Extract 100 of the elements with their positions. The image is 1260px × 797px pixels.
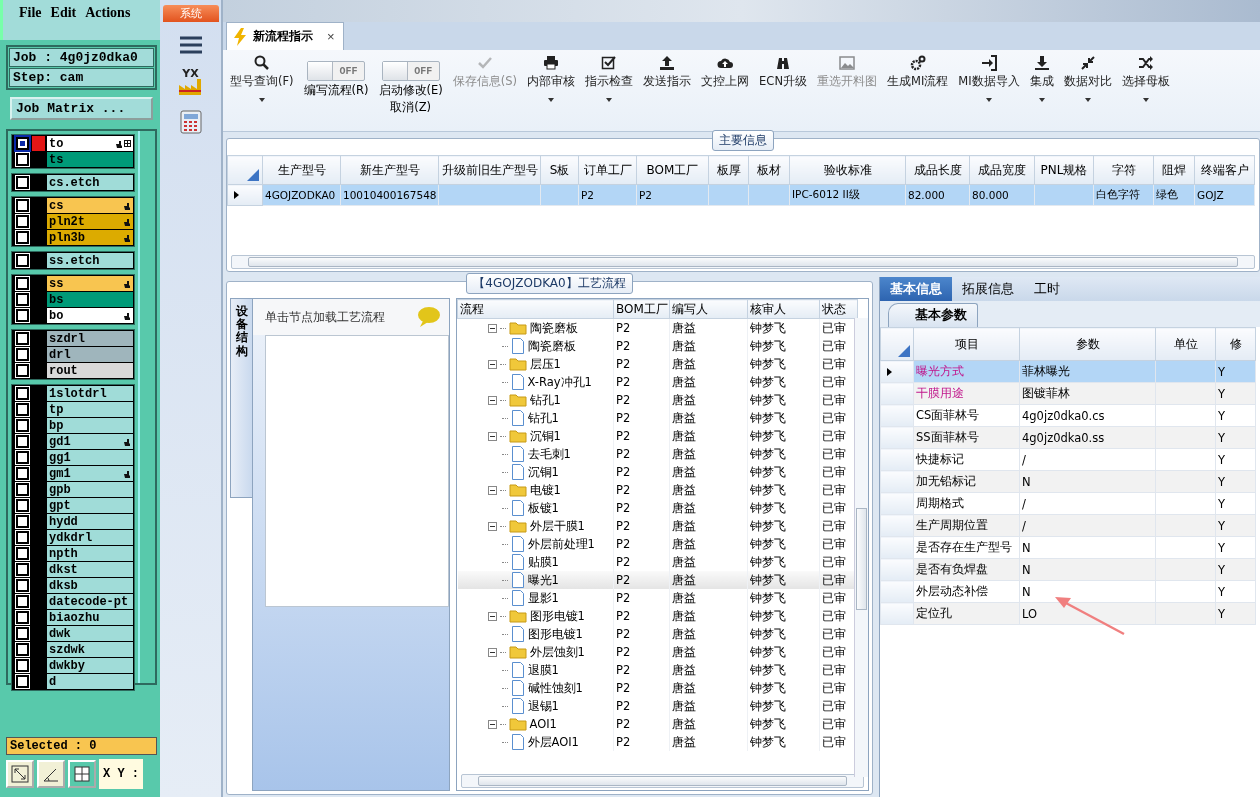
column-header[interactable]: 编写人	[669, 299, 748, 319]
layer-checkbox[interactable]	[16, 176, 29, 189]
column-header[interactable]: 流程	[457, 299, 614, 319]
column-header[interactable]: BOM工厂	[613, 299, 670, 319]
column-header[interactable]: 阻焊	[1153, 155, 1195, 185]
layer-button[interactable]: ts	[47, 152, 133, 167]
layer-checkbox[interactable]	[16, 531, 29, 544]
tree-node[interactable]: AOI1	[459, 717, 611, 731]
layer-button[interactable]: dwkby	[47, 658, 133, 673]
app-logo[interactable]: YX	[176, 68, 205, 95]
column-header[interactable]: 项目	[913, 327, 1020, 361]
column-header[interactable]: 生产型号	[262, 155, 341, 185]
toolbar-button[interactable]: 文控上网	[696, 53, 755, 131]
collapse-toggle-icon[interactable]	[487, 647, 497, 657]
layer-button[interactable]: bs	[47, 292, 133, 307]
document-tab[interactable]: 新流程指示 ×	[226, 22, 344, 50]
tree-node[interactable]: 图形电镀1	[459, 608, 611, 624]
tree-node[interactable]: 退锡1	[459, 698, 611, 714]
layer-button[interactable]: dkst	[47, 562, 133, 577]
column-header[interactable]: 板厚	[708, 155, 749, 185]
layer-checkbox[interactable]	[16, 309, 29, 322]
layer-button[interactable]: ydkdrl	[47, 530, 133, 545]
layer-checkbox[interactable]	[16, 483, 29, 496]
toggle-switch[interactable]: OFF	[307, 61, 366, 81]
tree-node[interactable]: 沉铜1	[459, 428, 611, 444]
tree-node[interactable]: 电镀1	[459, 482, 611, 498]
layer-checkbox[interactable]	[16, 627, 29, 640]
collapse-toggle-icon[interactable]	[487, 719, 497, 729]
layer-checkbox[interactable]	[16, 231, 29, 244]
collapse-toggle-icon[interactable]	[487, 431, 497, 441]
layer-button[interactable]: pln3b	[47, 230, 133, 245]
layer-button[interactable]: tp	[47, 402, 133, 417]
layer-button[interactable]: 1slotdrl	[47, 386, 133, 401]
menu-item[interactable]: Actions	[85, 5, 131, 21]
tree-node[interactable]: 图形电镀1	[459, 626, 611, 642]
layer-button[interactable]: to	[47, 136, 133, 151]
menu-item[interactable]: File	[19, 5, 42, 21]
layer-checkbox[interactable]	[16, 419, 29, 432]
collapse-toggle-icon[interactable]	[487, 485, 497, 495]
toolbar-button[interactable]: 数据对比	[1058, 53, 1117, 131]
tree-node[interactable]: 外层干膜1	[459, 518, 611, 534]
column-header[interactable]: 订单工厂	[578, 155, 637, 185]
layer-checkbox[interactable]	[16, 579, 29, 592]
collapse-toggle-icon[interactable]	[487, 611, 497, 621]
tree-node[interactable]: 去毛刺1	[459, 446, 611, 462]
toolbar-button[interactable]: 内部审核	[522, 53, 581, 131]
column-header[interactable]: 板材	[748, 155, 790, 185]
layer-checkbox[interactable]	[16, 563, 29, 576]
column-header[interactable]: 参数	[1019, 327, 1156, 361]
layer-checkbox[interactable]	[16, 451, 29, 464]
column-header[interactable]: 修	[1215, 327, 1256, 361]
menu-item[interactable]: Edit	[50, 5, 77, 21]
layer-checkbox[interactable]	[16, 467, 29, 480]
layer-checkbox[interactable]	[16, 387, 29, 400]
tree-node[interactable]: 沉铜1	[459, 464, 611, 480]
tree-node[interactable]: X-Ray冲孔1	[459, 374, 611, 390]
collapse-toggle-icon[interactable]	[487, 323, 497, 333]
column-header[interactable]: 成品长度	[905, 155, 970, 185]
column-header[interactable]: PNL规格	[1034, 155, 1094, 185]
layer-checkbox[interactable]	[16, 643, 29, 656]
column-header[interactable]: 验收标准	[789, 155, 906, 185]
layer-button[interactable]: gd1	[47, 434, 133, 449]
tree-node[interactable]: 板镀1	[459, 500, 611, 516]
collapse-toggle-icon[interactable]	[487, 521, 497, 531]
column-header[interactable]: 单位	[1155, 327, 1216, 361]
horizontal-scrollbar[interactable]	[231, 255, 1255, 269]
column-header[interactable]: 终端客户	[1194, 155, 1255, 185]
layer-checkbox[interactable]	[16, 293, 29, 306]
layer-button[interactable]: gg1	[47, 450, 133, 465]
layer-button[interactable]: ss.etch	[47, 253, 133, 268]
tree-node[interactable]: 陶瓷磨板	[459, 338, 611, 354]
toolbar-button[interactable]: 集成	[1024, 53, 1059, 131]
layer-checkbox[interactable]	[16, 499, 29, 512]
side-tab[interactable]: 设备结构	[230, 298, 252, 498]
collapse-toggle-icon[interactable]	[487, 359, 497, 369]
toggle-switch[interactable]: OFF	[381, 61, 440, 81]
layer-button[interactable]: datecode-pt	[47, 594, 133, 609]
tab[interactable]: 基本参数	[888, 303, 978, 327]
toolbar-button[interactable]: ECN升级	[754, 53, 812, 131]
layer-checkbox[interactable]	[16, 675, 29, 688]
layer-checkbox[interactable]	[16, 515, 29, 528]
zoom-tool-button[interactable]	[6, 760, 34, 788]
layer-button[interactable]: hydd	[47, 514, 133, 529]
tree-node[interactable]: 外层蚀刻1	[459, 644, 611, 660]
tree-node[interactable]: 外层前处理1	[459, 536, 611, 552]
column-header[interactable]: 核审人	[747, 299, 820, 319]
tree-node[interactable]: 碱性蚀刻1	[459, 680, 611, 696]
cancel-button[interactable]: 取消(Z)	[390, 100, 432, 115]
layer-checkbox[interactable]	[16, 364, 29, 377]
layer-button[interactable]: rout	[47, 363, 133, 378]
layer-button[interactable]: biaozhu	[47, 610, 133, 625]
column-header[interactable]: 升级前旧生产型号	[438, 155, 541, 185]
layer-checkbox[interactable]	[16, 332, 29, 345]
layer-button[interactable]: gm1	[47, 466, 133, 481]
layer-checkbox[interactable]	[16, 254, 29, 267]
toolbar-button[interactable]: MI数据导入	[953, 53, 1025, 131]
layer-checkbox[interactable]	[16, 611, 29, 624]
tree-node[interactable]: 退膜1	[459, 662, 611, 678]
toolbar-button[interactable]: 型号查询(F)	[225, 53, 299, 131]
vertical-scrollbar[interactable]	[854, 318, 868, 777]
